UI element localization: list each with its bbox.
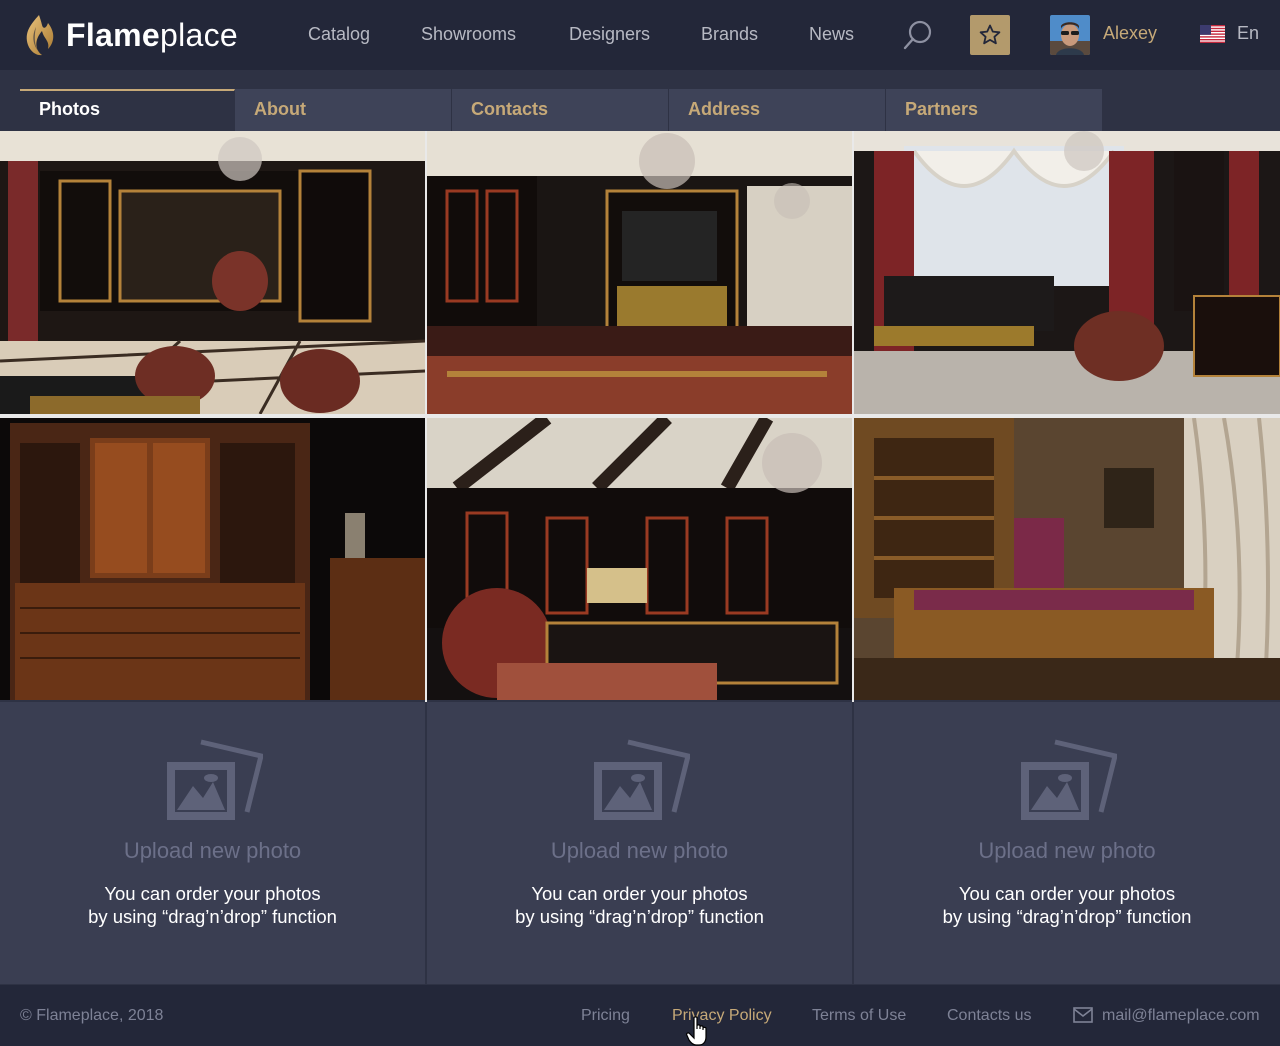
upload-hint: You can order your photos by using “drag… (427, 882, 852, 928)
upload-hint-line1: You can order your photos (531, 883, 748, 904)
upload-hint-line2: by using “drag’n’drop” function (515, 906, 764, 927)
brand-name-bold: Flame (66, 16, 160, 53)
upload-photo-slot[interactable]: Upload new photo You can order your phot… (427, 702, 852, 984)
gallery-photo[interactable] (427, 131, 852, 414)
upload-hint-line2: by using “drag’n’drop” function (88, 906, 337, 927)
upload-title: Upload new photo (978, 838, 1156, 863)
page-footer: © Flameplace, 2018 Pricing Privacy Polic… (0, 985, 1280, 1046)
footer-link-pricing[interactable]: Pricing (581, 1007, 630, 1025)
favorites-button[interactable] (970, 15, 1010, 55)
upload-hint: You can order your photos by using “drag… (0, 882, 425, 928)
brand-name-light: place (159, 16, 238, 53)
gallery-photo[interactable] (854, 131, 1280, 414)
gallery-photo[interactable] (0, 418, 425, 700)
user-name[interactable]: Alexey (1103, 23, 1157, 44)
us-flag-icon[interactable] (1200, 25, 1225, 43)
tab-contacts[interactable]: Contacts (452, 89, 669, 131)
nav-catalog[interactable]: Catalog (308, 24, 370, 45)
language-selector[interactable]: En (1237, 23, 1259, 44)
tab-address[interactable]: Address (669, 89, 886, 131)
upload-photo-slot[interactable]: Upload new photo You can order your phot… (0, 702, 425, 984)
nav-news[interactable]: News (809, 24, 854, 45)
upload-hint-line1: You can order your photos (958, 883, 1176, 904)
tab-about[interactable]: About (235, 89, 452, 131)
nav-showrooms[interactable]: Showrooms (421, 24, 516, 45)
footer-email-link[interactable]: mail@flameplace.com (1102, 1007, 1260, 1025)
upload-hint-line1: You can order your photos (104, 883, 321, 904)
gallery-photo[interactable] (427, 418, 852, 700)
upload-title: Upload new photo (123, 838, 302, 863)
search-button[interactable] (901, 18, 935, 52)
gallery-photo[interactable] (854, 418, 1280, 700)
nav-designers[interactable]: Designers (569, 24, 650, 45)
gallery-photo[interactable] (0, 131, 425, 414)
photo-upload-icon (1021, 739, 1117, 820)
upload-title: Upload new photo (550, 838, 729, 863)
profile-tabs: Photos About Contacts Address Partners (20, 89, 1103, 131)
brand-logo[interactable]: Flameplace (22, 10, 238, 60)
mail-icon (1073, 1007, 1093, 1023)
tab-photos[interactable]: Photos (20, 89, 235, 131)
tab-partners[interactable]: Partners (886, 89, 1103, 131)
footer-link-contacts-us[interactable]: Contacts us (947, 1007, 1031, 1025)
photo-upload-icon (166, 739, 263, 820)
hand-cursor-icon (686, 1016, 707, 1046)
upload-photo-slot[interactable]: Upload new photo You can order your phot… (854, 702, 1280, 984)
user-avatar[interactable] (1050, 15, 1090, 55)
upload-hint: You can order your photos by using “drag… (854, 882, 1280, 928)
search-icon (903, 20, 932, 50)
star-icon (979, 24, 1001, 45)
grid-divider (0, 414, 1280, 418)
flame-icon (26, 15, 54, 56)
top-header: Flameplace Catalog Showrooms Designers B… (0, 0, 1280, 70)
nav-brands[interactable]: Brands (701, 24, 758, 45)
footer-link-terms-of-use[interactable]: Terms of Use (812, 1007, 906, 1025)
photo-upload-icon (593, 739, 690, 820)
avatar-image (1050, 15, 1090, 55)
copyright: © Flameplace, 2018 (20, 1007, 164, 1024)
upload-hint-line2: by using “drag’n’drop” function (942, 906, 1192, 927)
